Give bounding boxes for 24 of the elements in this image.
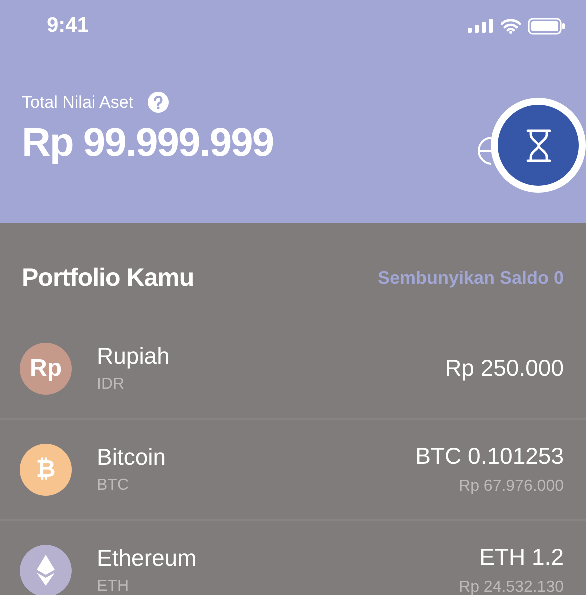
wifi-icon — [501, 18, 521, 34]
asset-amount: ETH 1.2 — [480, 544, 564, 571]
asset-name: Rupiah — [97, 343, 171, 370]
asset-code: BTC — [97, 477, 130, 495]
status-time: 9:41 — [47, 14, 90, 38]
section-title: Portfolio Kamu — [22, 264, 194, 292]
total-label: Total Nilai Aset — [22, 92, 134, 112]
asset-amount: Rp 250.000 — [445, 355, 564, 382]
asset-code: ETH — [97, 578, 130, 595]
signal-icon — [468, 19, 494, 33]
asset-amount: BTC 0.101253 — [416, 443, 564, 470]
asset-value: Rp 67.976.000 — [459, 478, 564, 496]
total-value: Rp 99.999.999 — [22, 121, 274, 166]
asset-code: IDR — [97, 376, 126, 394]
hide-balance-link[interactable]: Sembunyikan Saldo 0 — [378, 268, 564, 288]
asset-name: Bitcoin — [97, 444, 168, 471]
asset-value: Rp 24.532.130 — [459, 579, 564, 595]
coin-icon: Rp — [20, 342, 72, 394]
help-icon[interactable] — [148, 92, 168, 113]
battery-icon — [528, 18, 566, 34]
asset-name: Ethereum — [97, 545, 198, 572]
coin-icon: ₿ — [20, 444, 72, 496]
globe-icon[interactable] — [477, 136, 491, 166]
hourglass-icon — [524, 128, 552, 162]
